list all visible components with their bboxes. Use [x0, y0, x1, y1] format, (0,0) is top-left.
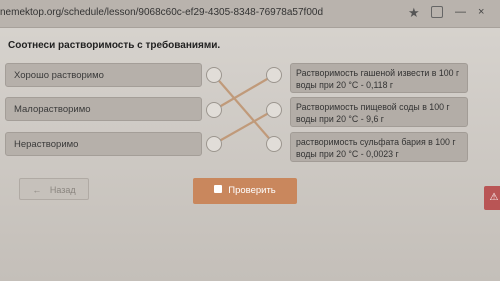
- right-connector-2[interactable]: [266, 102, 282, 118]
- left-connector-2[interactable]: [206, 102, 222, 118]
- warning-badge-icon[interactable]: ⚠: [484, 186, 500, 210]
- minimize-icon[interactable]: —: [455, 6, 466, 18]
- connection-line-1: [213, 74, 275, 145]
- arrow-left-icon: ←: [32, 185, 42, 195]
- check-button[interactable]: Проверить: [193, 178, 297, 204]
- check-button-label: Проверить: [228, 185, 276, 196]
- checkbox-icon: [214, 185, 223, 194]
- right-connector-3[interactable]: [266, 136, 282, 152]
- close-icon[interactable]: ×: [478, 6, 484, 18]
- bookmark-star-icon[interactable]: ★: [408, 5, 420, 21]
- back-button[interactable]: ← Назад: [19, 178, 89, 200]
- lesson-page: Соотнеси растворимость с требованиями. Х…: [0, 28, 500, 281]
- connection-line-2: [213, 74, 275, 111]
- back-button-label: Назад: [49, 185, 76, 195]
- left-connector-1[interactable]: [206, 67, 222, 83]
- browser-toolbar: nemektop.org/schedule/lesson/9068c60c-ef…: [0, 0, 500, 28]
- right-connector-1[interactable]: [266, 67, 282, 83]
- connection-line-3: [213, 109, 275, 145]
- address-bar-url[interactable]: nemektop.org/schedule/lesson/9068c60c-ef…: [0, 7, 323, 18]
- extension-icon[interactable]: [431, 6, 443, 18]
- left-connector-3[interactable]: [206, 136, 222, 152]
